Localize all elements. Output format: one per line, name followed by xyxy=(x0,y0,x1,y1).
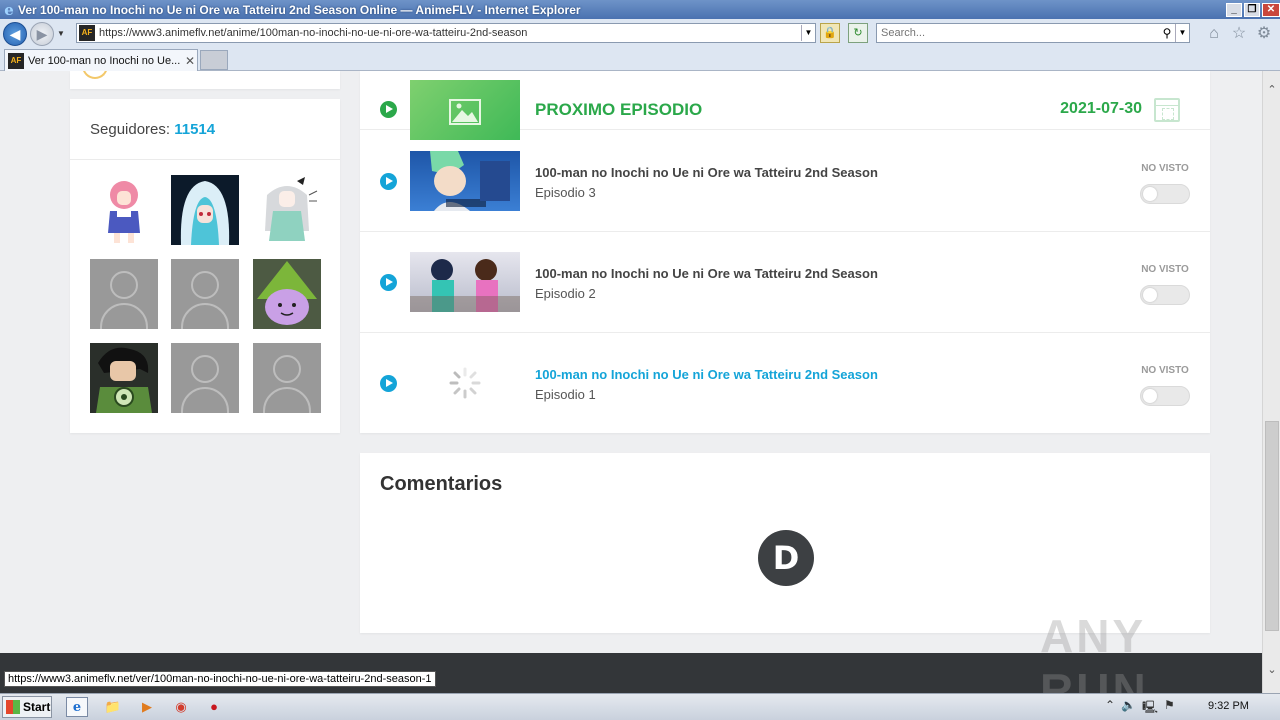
new-tab-button[interactable] xyxy=(200,50,228,70)
next-episode-date: 2021-07-30 xyxy=(1060,100,1142,117)
follower-avatar[interactable] xyxy=(253,175,321,245)
follower-avatar[interactable] xyxy=(90,343,158,413)
play-icon[interactable] xyxy=(380,375,397,392)
window-titlebar: e Ver 100-man no Inochi no Ue ni Ore wa … xyxy=(0,0,1280,19)
tab-bar: AF Ver 100-man no Inochi no Ue... ✕ xyxy=(0,48,1280,71)
restore-button[interactable]: ❐ xyxy=(1244,2,1260,17)
url-text[interactable]: https://www3.animeflv.net/anime/100man-n… xyxy=(99,27,801,39)
watched-toggle[interactable] xyxy=(1140,285,1190,305)
tab-close-icon[interactable]: ✕ xyxy=(183,54,197,68)
tab-animeflv[interactable]: AF Ver 100-man no Inochi no Ue... ✕ xyxy=(4,49,198,71)
episode-thumbnail[interactable] xyxy=(410,252,520,312)
gear-icon[interactable]: ⚙ xyxy=(1255,25,1273,43)
scroll-thumb[interactable] xyxy=(1265,421,1279,631)
followers-heading: Seguidores: 11514 xyxy=(90,121,215,138)
follower-avatar-placeholder[interactable] xyxy=(171,259,239,329)
comments-heading: Comentarios xyxy=(380,473,503,495)
scroll-down-icon[interactable]: ⌄ xyxy=(1263,661,1280,679)
status-url-tooltip: https://www3.animeflv.net/ver/100man-no-… xyxy=(4,671,436,687)
site-favicon: AF xyxy=(79,25,95,41)
episode-title[interactable]: 100-man no Inochi no Ue ni Ore wa Tattei… xyxy=(535,266,878,281)
divider xyxy=(70,159,340,160)
windows-logo-icon xyxy=(6,700,20,714)
episode-number: Episodio 3 xyxy=(535,185,596,200)
follower-avatar[interactable] xyxy=(171,175,239,245)
followers-count[interactable]: 11514 xyxy=(174,121,215,138)
volume-icon[interactable]: 🔈 xyxy=(1121,698,1136,719)
refresh-icon[interactable]: ↻ xyxy=(848,23,868,43)
episode-title-hovered[interactable]: 100-man no Inochi no Ue ni Ore wa Tattei… xyxy=(535,367,878,382)
episode-title[interactable]: 100-man no Inochi no Ue ni Ore wa Tattei… xyxy=(535,165,878,180)
episode-number: Episodio 1 xyxy=(535,387,596,402)
taskbar-chrome-icon[interactable]: ◉ xyxy=(170,697,192,717)
home-icon[interactable]: ⌂ xyxy=(1205,25,1223,43)
follower-avatar-placeholder[interactable] xyxy=(171,343,239,413)
taskbar-media-player-icon[interactable]: ▶ xyxy=(136,697,158,717)
episodes-card: PROXIMO EPISODIO 2021-07-30 100-man no I… xyxy=(360,71,1210,433)
watched-status-label: NO VISTO xyxy=(1141,163,1189,174)
episode-row[interactable]: 100-man no Inochi no Ue ni Ore wa Tattei… xyxy=(360,333,1210,433)
tray-arrow-icon[interactable]: ⌃ xyxy=(1105,698,1115,719)
disqus-loading-icon: D xyxy=(758,530,814,586)
comments-card: Comentarios D xyxy=(360,453,1210,633)
network-icon[interactable]: 🖳 xyxy=(1142,698,1158,719)
start-button[interactable]: Start xyxy=(2,696,52,718)
tab-favicon: AF xyxy=(8,52,24,69)
sidebar-top-card xyxy=(70,71,340,89)
scroll-up-icon[interactable]: ⌃ xyxy=(1263,81,1280,99)
favorites-star-icon[interactable]: ☆ xyxy=(1230,25,1248,43)
back-button[interactable]: ◀ xyxy=(3,21,27,46)
start-label: Start xyxy=(23,700,51,714)
close-window-button[interactable]: ✕ xyxy=(1262,2,1280,17)
window-title: Ver 100-man no Inochi no Ue ni Ore wa Ta… xyxy=(18,2,581,17)
episode-row[interactable]: 100-man no Inochi no Ue ni Ore wa Tattei… xyxy=(360,131,1210,232)
watched-status-label: NO VISTO xyxy=(1141,365,1189,376)
lock-icon[interactable]: 🔒 xyxy=(820,23,840,43)
windows-taskbar: Start e 📁 ▶ ◉ ● ⌃ 🔈 🖳 ⚑ 9:32 PM xyxy=(0,693,1280,720)
next-episode-row[interactable]: PROXIMO EPISODIO 2021-07-30 xyxy=(360,71,1210,140)
forward-button[interactable]: ▶ xyxy=(30,21,54,46)
clock[interactable]: 9:32 PM xyxy=(1208,700,1249,712)
internet-explorer-icon: e xyxy=(4,0,14,19)
search-dropdown-icon[interactable]: ▼ xyxy=(1175,24,1189,42)
taskbar-ie-icon[interactable]: e xyxy=(66,697,88,717)
play-icon[interactable] xyxy=(380,274,397,291)
next-episode-label: PROXIMO EPISODIO xyxy=(535,100,703,119)
play-icon[interactable] xyxy=(380,173,397,190)
watched-toggle[interactable] xyxy=(1140,386,1190,406)
search-box[interactable]: ⚲ ▼ xyxy=(876,23,1190,43)
calendar-icon xyxy=(1154,98,1180,122)
watched-toggle[interactable] xyxy=(1140,184,1190,204)
follower-avatar[interactable] xyxy=(90,175,158,245)
watched-status-label: NO VISTO xyxy=(1141,264,1189,275)
minimize-button[interactable]: _ xyxy=(1226,2,1242,17)
episode-row[interactable]: 100-man no Inochi no Ue ni Ore wa Tattei… xyxy=(360,232,1210,333)
system-tray: ⌃ 🔈 🖳 ⚑ xyxy=(1105,698,1175,719)
address-dropdown-icon[interactable]: ▼ xyxy=(801,25,815,41)
follower-avatar[interactable] xyxy=(253,259,321,329)
search-icon[interactable]: ⚲ xyxy=(1159,26,1175,40)
loading-spinner-icon xyxy=(410,353,520,413)
anyrun-watermark: ANY RUN xyxy=(1040,610,1149,693)
play-icon[interactable] xyxy=(380,101,397,118)
rating-circle-icon xyxy=(82,71,108,79)
page-scrollbar[interactable]: ⌃ ⌄ xyxy=(1262,71,1280,693)
history-dropdown-icon[interactable]: ▼ xyxy=(56,29,66,38)
followers-label: Seguidores: xyxy=(90,121,171,138)
search-input[interactable] xyxy=(877,27,1159,39)
episode-number: Episodio 2 xyxy=(535,286,596,301)
follower-avatar-placeholder[interactable] xyxy=(90,259,158,329)
address-toolbar: ◀ ▶ ▼ AF https://www3.animeflv.net/anime… xyxy=(0,19,1280,48)
tab-label: Ver 100-man no Inochi no Ue... xyxy=(28,54,181,67)
taskbar-explorer-icon[interactable]: 📁 xyxy=(102,697,124,717)
page-viewport: Seguidores: 11514 PROXIMO EPISODIO 2021-… xyxy=(0,71,1262,693)
episode-thumbnail[interactable] xyxy=(410,151,520,211)
address-field[interactable]: AF https://www3.animeflv.net/anime/100ma… xyxy=(76,23,816,43)
flag-icon[interactable]: ⚑ xyxy=(1164,698,1175,719)
followers-card: Seguidores: 11514 xyxy=(70,99,340,433)
follower-avatar-placeholder[interactable] xyxy=(253,343,321,413)
taskbar-alert-icon[interactable]: ● xyxy=(203,697,225,717)
